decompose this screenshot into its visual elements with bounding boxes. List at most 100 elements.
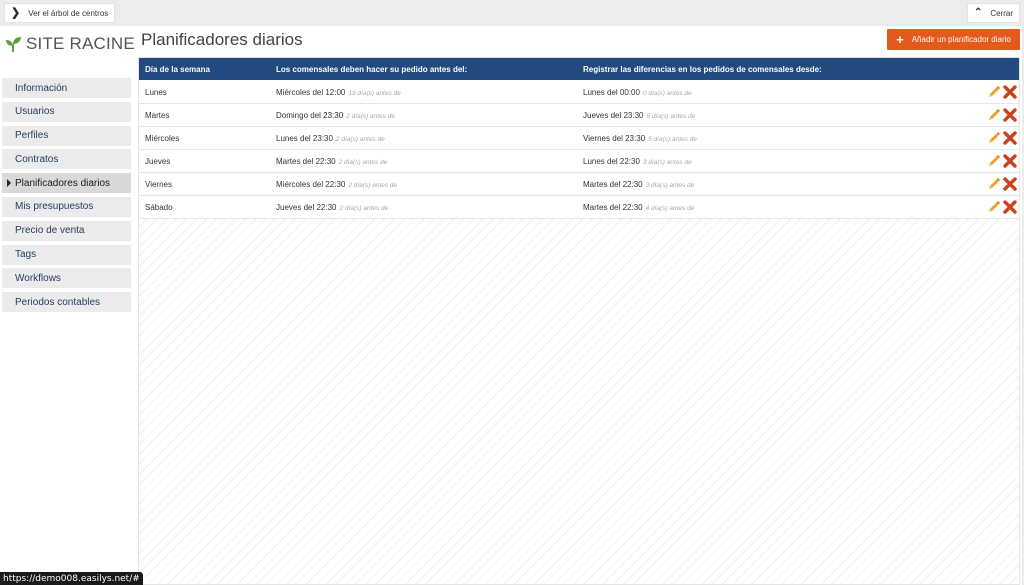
- sidebar-item-precio-de-venta[interactable]: Precio de venta: [2, 220, 131, 241]
- sidebar-item-label: Tags: [15, 249, 37, 261]
- planners-table: Día de la semana Los comensales deben ha…: [138, 57, 1020, 585]
- site-name: SITE RACINE: [26, 34, 135, 53]
- cell-order-deadline: Domingo del 23:30 2 día(s) antes de: [276, 111, 395, 120]
- diff-from-note: 4 día(s) antes de: [645, 205, 695, 212]
- plus-icon: +: [896, 32, 904, 47]
- sidebar-item-contratos[interactable]: Contratos: [2, 149, 131, 170]
- chevron-up-icon: ⌃: [973, 7, 983, 18]
- order-deadline-note: 2 día(s) antes de: [338, 159, 388, 166]
- sidebar-item-mis-presupuestos[interactable]: Mis presupuestos: [2, 196, 131, 217]
- delete-x-icon[interactable]: [1003, 131, 1017, 145]
- sidebar-item-workflows[interactable]: Workflows: [2, 268, 131, 289]
- sidebar-item-label: Contratos: [15, 153, 59, 165]
- order-deadline-note: 2 día(s) antes de: [346, 113, 395, 120]
- delete-x-icon[interactable]: [1003, 85, 1017, 99]
- cell-day: Lunes: [145, 88, 167, 97]
- table-row: Miércoles Lunes del 23:30 2 día(s) antes d…: [139, 127, 1019, 150]
- table-row: Jueves Martes del 22:30 2 día(s) antes de L…: [139, 150, 1019, 173]
- cell-diff-from: Lunes del 00:00 0 día(s) antes de: [583, 88, 692, 97]
- sidebar-item-label: Usuarios: [15, 106, 55, 118]
- cell-diff-from: Jueves del 23:30 5 día(s) antes de: [583, 111, 695, 120]
- delete-x-icon[interactable]: [1003, 177, 1017, 191]
- cell-day: Martes: [145, 111, 170, 120]
- sidebar-item-label: Periodos contables: [15, 296, 101, 308]
- pencil-icon[interactable]: [987, 200, 1001, 214]
- main-content: Planificadores diarios + Añadir un plani…: [138, 26, 1022, 585]
- pencil-icon[interactable]: [987, 85, 1001, 99]
- view-center-tree-button[interactable]: ❯ Ver el árbol de centros: [4, 3, 116, 23]
- order-deadline-value: Lunes del 23:30: [276, 134, 333, 143]
- order-deadline-note: 2 día(s) antes de: [348, 182, 398, 189]
- cell-order-deadline: Miércoles del 22:30 2 día(s) antes de: [276, 180, 397, 189]
- diff-from-note: 5 día(s) antes de: [648, 136, 697, 143]
- cell-order-deadline: Lunes del 23:30 2 día(s) antes de: [276, 134, 385, 143]
- cell-order-deadline: Jueves del 22:30 2 día(s) antes de: [276, 203, 388, 212]
- add-daily-planner-label: Añadir un planificador diario: [911, 35, 1011, 44]
- order-deadline-value: Miércoles del 12:00: [276, 88, 346, 97]
- sidebar-item-label: Mis presupuestos: [15, 201, 94, 213]
- status-bar-url: https://demo008.easilys.net/#: [0, 572, 143, 585]
- pencil-icon[interactable]: [987, 108, 1001, 122]
- diff-from-value: Lunes del 00:00: [583, 88, 640, 97]
- diff-from-value: Viernes del 23:30: [583, 134, 646, 143]
- sidebar-item-label: Planificadores diarios: [15, 177, 111, 189]
- sidebar-item-label: Perfiles: [15, 130, 49, 142]
- table-header: Día de la semana Los comensales deben ha…: [139, 58, 1019, 80]
- cell-diff-from: Martes del 22:30 4 día(s) antes de: [583, 203, 694, 212]
- cell-day: Jueves: [145, 157, 171, 166]
- diff-from-note: 3 día(s) antes de: [642, 159, 692, 166]
- order-deadline-note: 2 día(s) antes de: [339, 205, 389, 212]
- diff-from-value: Lunes del 22:30: [583, 157, 640, 166]
- diff-from-value: Martes del 22:30: [583, 203, 643, 212]
- close-label: Cerrar: [990, 8, 1013, 18]
- sidebar-item-perfiles[interactable]: Perfiles: [2, 125, 131, 146]
- cell-day: Sábado: [145, 203, 173, 212]
- sidebar-item-periodos-contables[interactable]: Periodos contables: [2, 292, 131, 313]
- diff-from-note: 0 día(s) antes de: [642, 90, 692, 97]
- diff-from-value: Martes del 22:30: [583, 180, 643, 189]
- cell-diff-from: Martes del 22:30 3 día(s) antes de: [583, 180, 694, 189]
- sidebar-nav: Información Usuarios Perfiles Contratos …: [2, 78, 131, 316]
- cell-order-deadline: Martes del 22:30 2 día(s) antes de: [276, 157, 387, 166]
- order-deadline-value: Miércoles del 22:30: [276, 180, 346, 189]
- site-logo: SITE RACINE: [4, 33, 135, 55]
- sidebar-item-label: Información: [15, 82, 68, 94]
- diff-from-value: Jueves del 23:30: [583, 111, 644, 120]
- sidebar-item-informacion[interactable]: Información: [2, 78, 131, 98]
- delete-x-icon[interactable]: [1003, 154, 1017, 168]
- sidebar-item-label: Workflows: [15, 272, 61, 284]
- sidebar-item-usuarios[interactable]: Usuarios: [2, 101, 131, 122]
- column-header-diff-from: Registrar las diferencias en los pedidos…: [583, 65, 822, 74]
- sidebar-item-label: Precio de venta: [15, 225, 85, 237]
- sidebar: SITE RACINE Información Usuarios Perfile…: [0, 26, 138, 585]
- delete-x-icon[interactable]: [1003, 200, 1017, 214]
- pencil-icon[interactable]: [987, 154, 1001, 168]
- table-row: Sábado Jueves del 22:30 2 día(s) antes de M…: [139, 196, 1019, 219]
- cell-day: Miércoles: [145, 134, 180, 143]
- add-daily-planner-button[interactable]: + Añadir un planificador diario: [887, 29, 1020, 50]
- pencil-icon[interactable]: [987, 177, 1001, 191]
- sidebar-item-tags[interactable]: Tags: [2, 244, 131, 265]
- cell-diff-from: Lunes del 22:30 3 día(s) antes de: [583, 157, 692, 166]
- diff-from-note: 3 día(s) antes de: [645, 182, 695, 189]
- sprout-icon: [6, 37, 21, 52]
- top-bar: ❯ Ver el árbol de centros ⌃ Cerrar: [0, 0, 1024, 26]
- column-header-day: Día de la semana: [145, 65, 210, 74]
- table-row: Martes Domingo del 23:30 2 día(s) antes de…: [139, 104, 1019, 127]
- caret-right-icon: [7, 179, 11, 188]
- pencil-icon[interactable]: [987, 131, 1001, 145]
- cell-order-deadline: Miércoles del 12:00 19 día(s) antes de: [276, 88, 401, 97]
- chevron-right-icon: ❯: [11, 6, 21, 19]
- cell-diff-from: Viernes del 23:30 5 día(s) antes de: [583, 134, 697, 143]
- order-deadline-value: Domingo del 23:30: [276, 111, 344, 120]
- view-center-tree-label: Ver el árbol de centros: [28, 8, 109, 18]
- table-row: Lunes Miércoles del 12:00 19 día(s) antes …: [139, 81, 1019, 104]
- order-deadline-value: Martes del 22:30: [276, 157, 336, 166]
- order-deadline-value: Jueves del 22:30: [276, 203, 337, 212]
- page-title: Planificadores diarios: [141, 30, 303, 49]
- delete-x-icon[interactable]: [1003, 108, 1017, 122]
- diff-from-note: 5 día(s) antes de: [646, 113, 696, 120]
- sidebar-item-planificadores-diarios[interactable]: Planificadores diarios: [2, 173, 131, 194]
- close-button[interactable]: ⌃ Cerrar: [966, 3, 1020, 23]
- cell-day: Viernes: [145, 180, 172, 189]
